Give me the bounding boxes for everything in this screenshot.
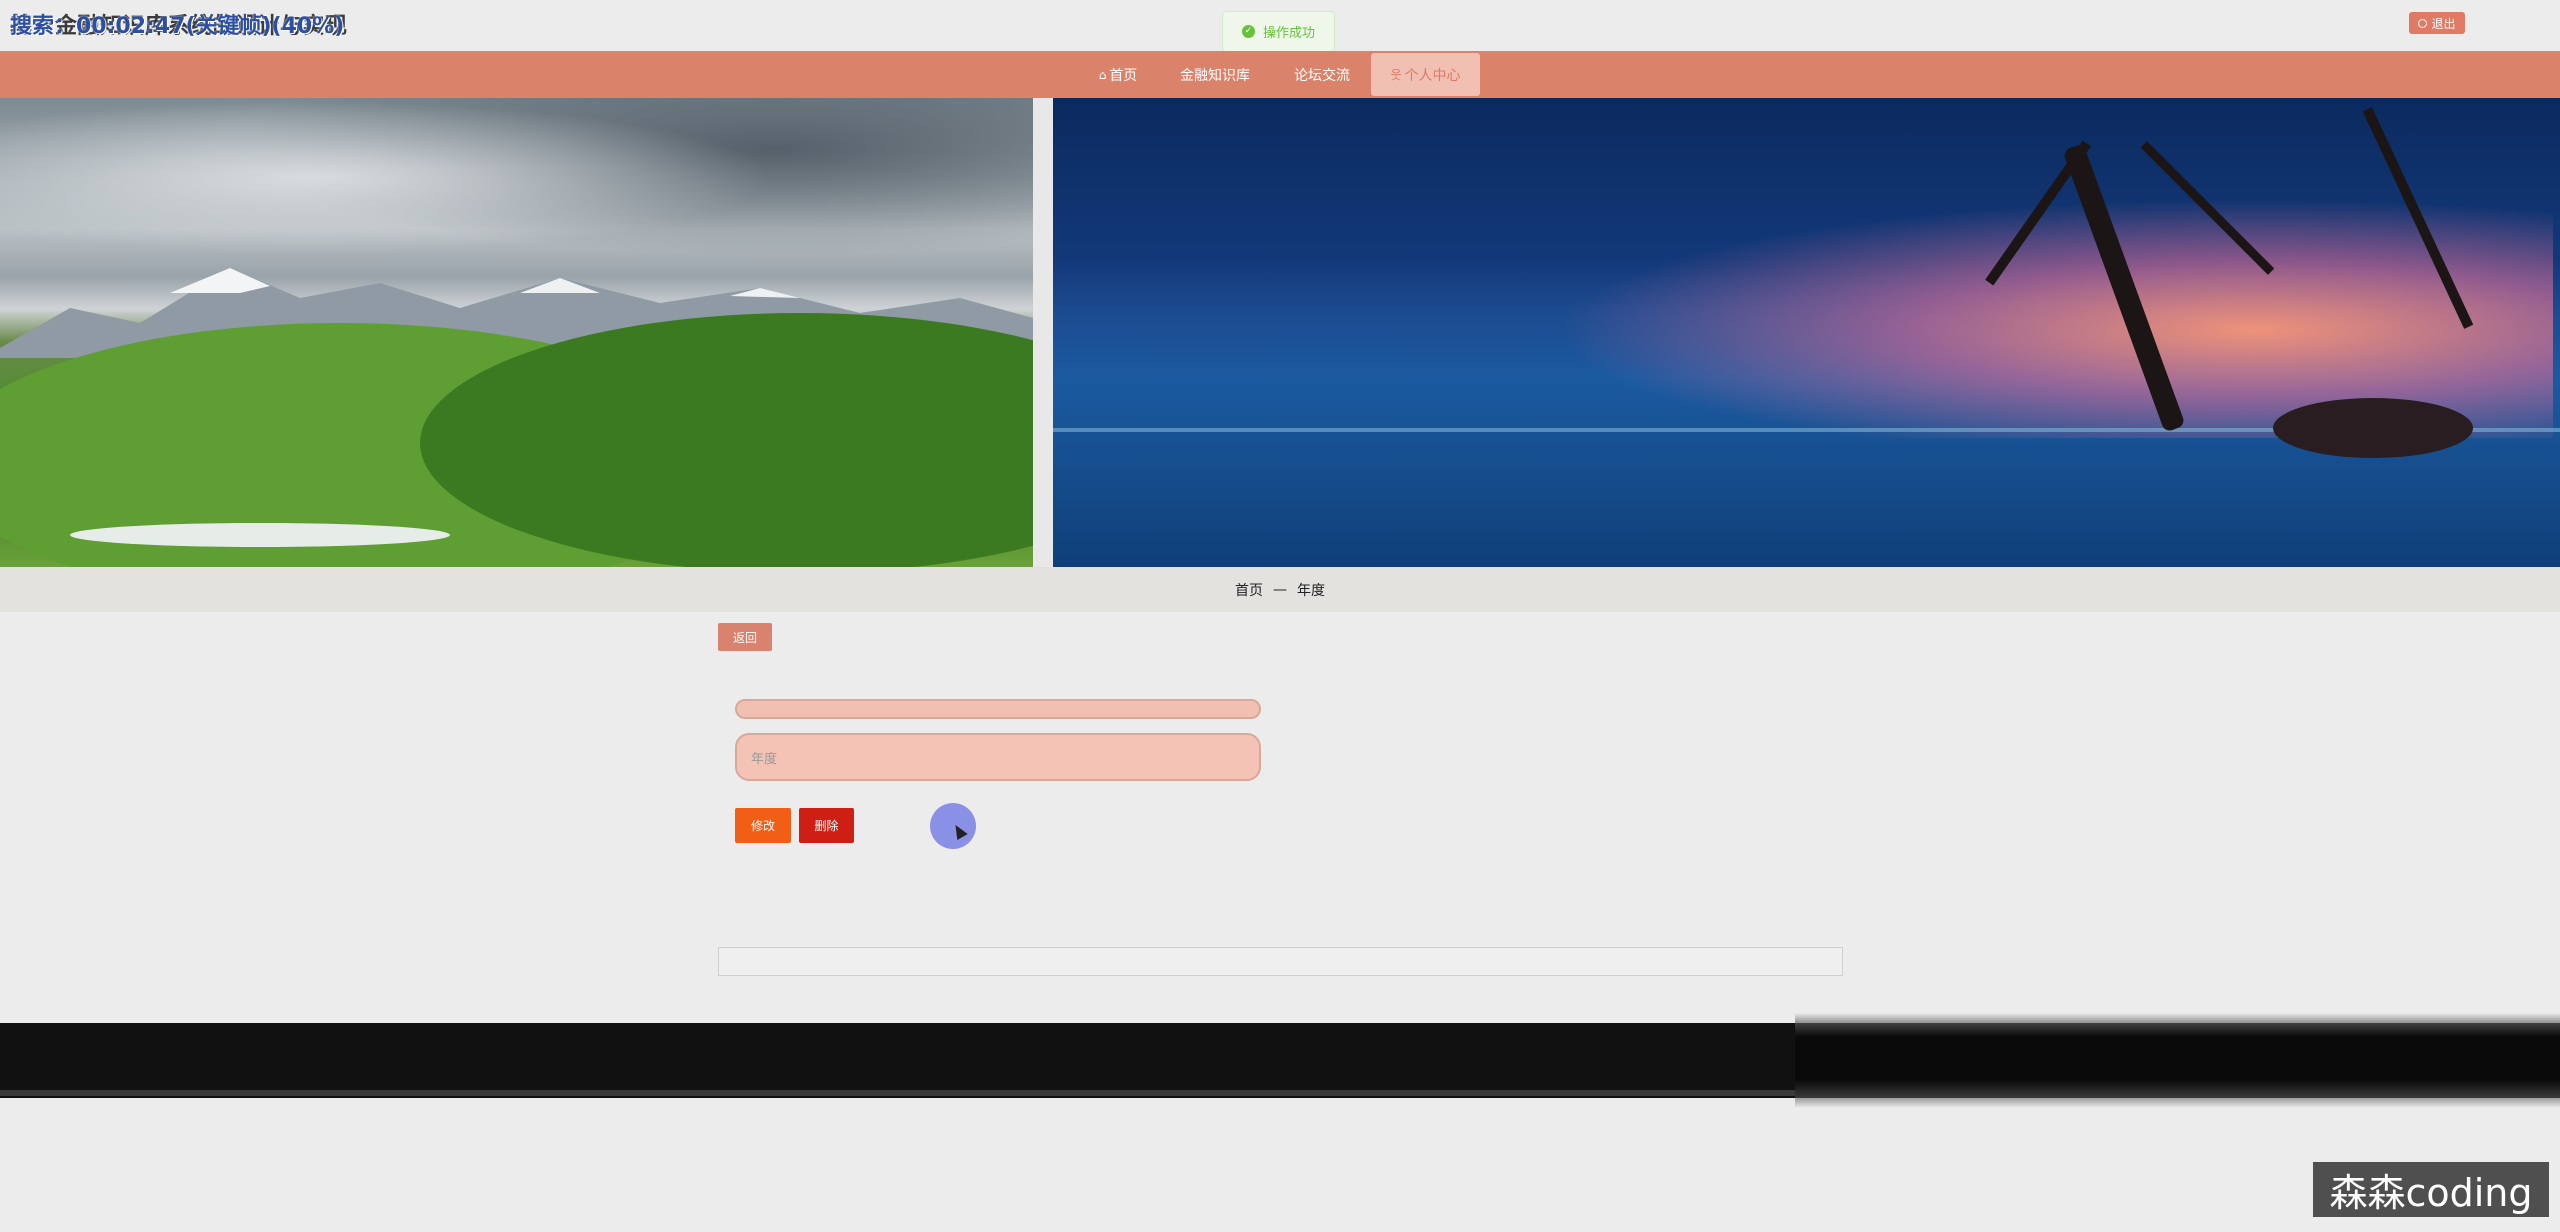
video-progress-bar[interactable]	[0, 1090, 1795, 1096]
nav-item-personal-center[interactable]: 웃 个人中心	[1371, 53, 1480, 96]
home-icon: ⌂	[1098, 67, 1107, 82]
breadcrumb: 首页 — 年度	[0, 567, 2560, 612]
nav-item-label: 首页	[1109, 67, 1138, 84]
logout-label: 退出	[2431, 16, 2456, 31]
edit-button[interactable]: 修改	[735, 808, 791, 843]
breadcrumb-home[interactable]: 首页	[1235, 580, 1263, 600]
banner-carousel[interactable]	[0, 98, 2560, 567]
bush	[2273, 398, 2473, 458]
nav-item-home[interactable]: ⌂ 首页	[1088, 51, 1148, 98]
nav-item-label: 个人中心	[1404, 67, 1461, 84]
nav-item-finance-knowledge[interactable]: 金融知识库	[1170, 51, 1260, 98]
back-button[interactable]: 返回	[718, 623, 772, 651]
blurred-region	[1795, 1013, 2560, 1108]
nav-item-forum[interactable]: 论坛交流	[1283, 51, 1361, 98]
success-toast: ✓ 操作成功	[1222, 11, 1335, 52]
breadcrumb-current: 年度	[1297, 582, 1325, 599]
delete-button[interactable]: 删除	[799, 808, 854, 843]
image-upload-field[interactable]	[735, 699, 1261, 719]
top-bar: 基于金融知识库系统的设计与实现 搜索：00:02:47(关键帧)(40%) ✓ …	[0, 0, 2560, 52]
nav-item-label: 金融知识库	[1180, 67, 1250, 84]
breadcrumb-separator: —	[1273, 581, 1287, 598]
main-nav: ⌂ 首页 金融知识库 论坛交流 웃 个人中心	[0, 51, 2560, 98]
logout-button[interactable]: 退出	[2409, 12, 2465, 34]
toast-text: 操作成功	[1262, 26, 1315, 41]
check-circle-icon: ✓	[1241, 25, 1255, 38]
power-icon	[2418, 18, 2428, 28]
banner-image-grassland	[0, 98, 1180, 567]
banner-river	[70, 523, 450, 547]
year-input[interactable]: 年度	[735, 733, 1261, 781]
banner-gap	[1033, 98, 1053, 567]
nav-item-label: 论坛交流	[1294, 67, 1350, 84]
banner-image-sunset-tree	[1053, 98, 2560, 567]
comment-box[interactable]	[718, 947, 1843, 976]
watermark: 森森coding	[2313, 1162, 2549, 1217]
user-icon: 웃	[1390, 68, 1402, 82]
video-search-overlay: 搜索：00:02:47(关键帧)(40%)	[10, 14, 345, 39]
